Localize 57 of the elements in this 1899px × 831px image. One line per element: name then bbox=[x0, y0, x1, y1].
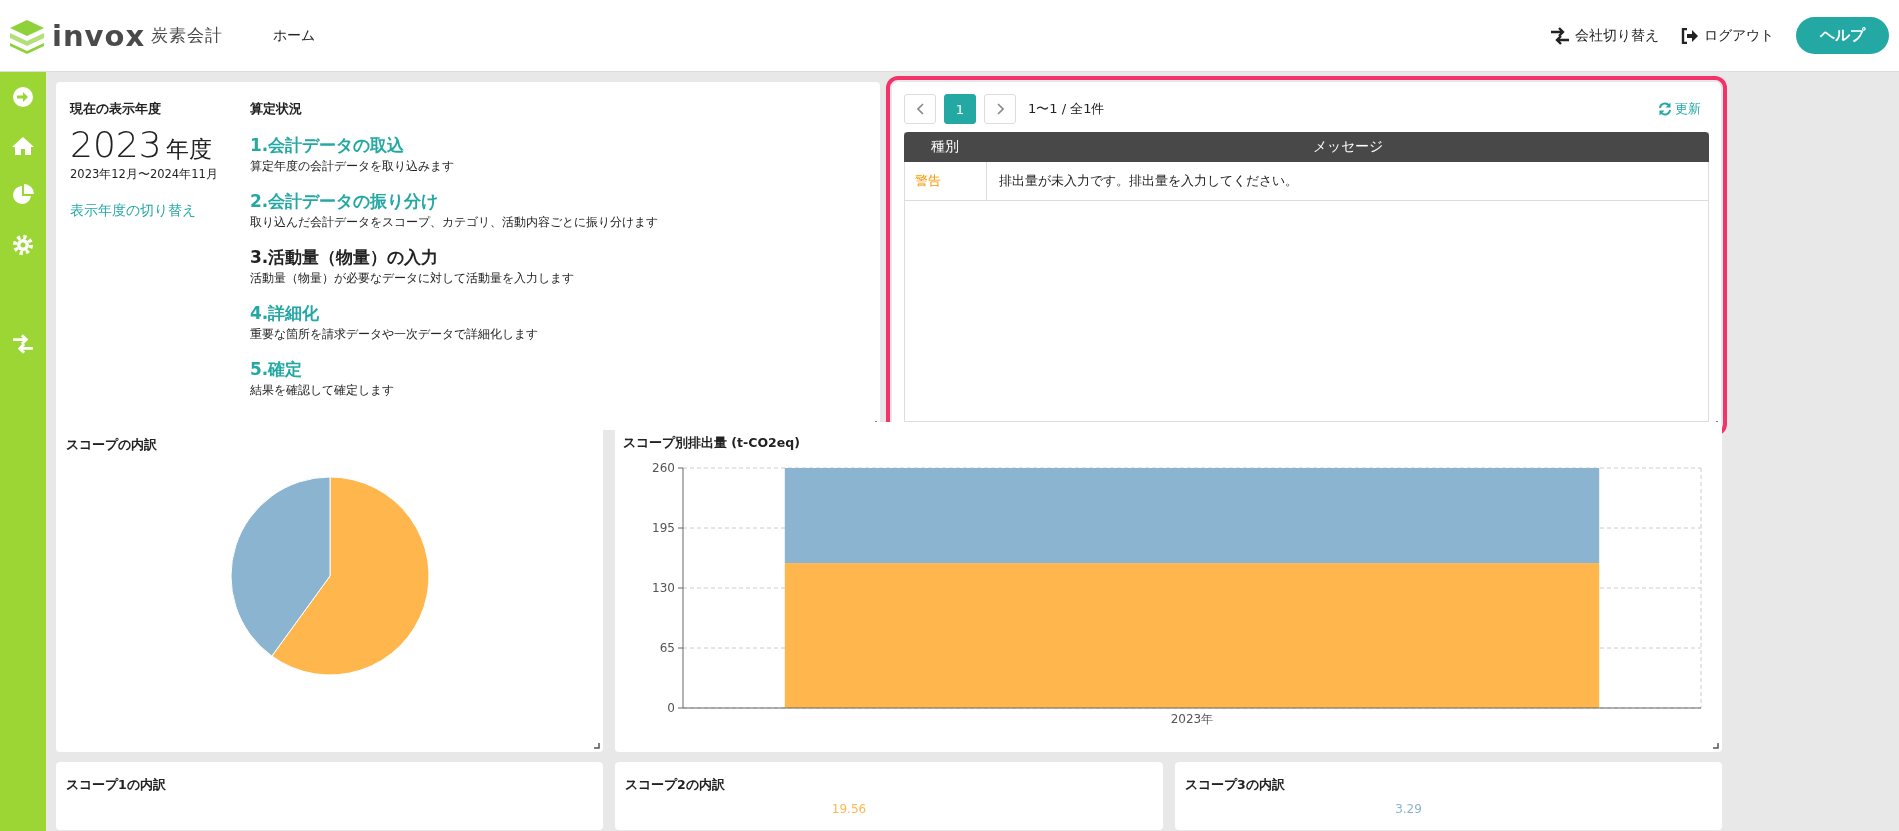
message-text: 排出量が未入力です。排出量を入力してください。 bbox=[998, 172, 1298, 190]
step-description: 算定年度の会計データを取り込みます bbox=[250, 159, 455, 174]
axis-category-label: 2023年 bbox=[1170, 712, 1214, 726]
column-header: 種別 bbox=[930, 138, 960, 156]
settings-icon[interactable] bbox=[12, 234, 34, 256]
arrow-circle-icon[interactable] bbox=[12, 86, 34, 108]
step-description: 重要な箇所を請求データや一次データで詳細化します bbox=[250, 327, 539, 342]
step-description: 活動量（物量）が必要なデータに対して活動量を入力します bbox=[250, 271, 575, 286]
column-header: メッセージ bbox=[1311, 138, 1384, 156]
next-page-button[interactable] bbox=[984, 94, 1016, 124]
switch-arrows-icon bbox=[1550, 26, 1570, 45]
logo-icon bbox=[8, 17, 46, 54]
refresh-link[interactable]: 更新 bbox=[1675, 100, 1701, 118]
resize-handle-icon[interactable] bbox=[1713, 743, 1719, 749]
chart-title: スコープ1の内訳 bbox=[66, 777, 166, 794]
fiscal-year: 2023 bbox=[70, 124, 162, 165]
chart-value-label: 19.56 bbox=[831, 802, 867, 816]
fiscal-year-unit: 年度 bbox=[165, 135, 212, 164]
chart-title: スコープ別排出量 (t-CO2eq) bbox=[623, 435, 800, 452]
step-description: 取り込んだ会計データをスコープ、カテゴリ、活動内容ごとに振り分けます bbox=[250, 215, 658, 230]
refresh-icon bbox=[1658, 102, 1672, 116]
header-link[interactable]: ログアウト bbox=[1704, 26, 1774, 45]
chevron-right-icon bbox=[996, 103, 1004, 115]
message-type: 警告 bbox=[915, 172, 941, 190]
axis-tick-label: 0 bbox=[667, 701, 675, 715]
chevron-left-icon bbox=[916, 103, 924, 115]
fiscal-year-label: 現在の表示年度 bbox=[70, 101, 161, 118]
fiscal-period: 2023年12月〜2024年11月 bbox=[70, 167, 219, 182]
axis-tick-label: 260 bbox=[652, 461, 675, 475]
step-title: 3.活動量（物量）の入力 bbox=[250, 246, 439, 269]
chart-title: スコープ2の内訳 bbox=[625, 777, 725, 794]
step-description: 結果を確認して確定します bbox=[250, 383, 395, 398]
header-link[interactable]: 会社切り替え bbox=[1575, 26, 1659, 45]
help-button[interactable]: ヘルプ bbox=[1796, 17, 1889, 54]
pie-chart-icon[interactable] bbox=[12, 184, 34, 206]
chart-title: スコープ3の内訳 bbox=[1185, 777, 1285, 794]
switch-arrows-icon[interactable] bbox=[12, 334, 34, 354]
step-link[interactable]: 5.確定 bbox=[250, 358, 303, 381]
page-button[interactable]: 1 bbox=[944, 94, 976, 124]
year-switch-link[interactable]: 表示年度の切り替え bbox=[70, 202, 196, 220]
logout-icon bbox=[1681, 27, 1699, 44]
axis-tick-label: 130 bbox=[652, 581, 675, 595]
nav-link[interactable]: ホーム bbox=[273, 26, 316, 45]
step-link[interactable]: 1.会計データの取込 bbox=[250, 134, 405, 157]
chart-value-label: 3.29 bbox=[1395, 802, 1422, 816]
home-icon[interactable] bbox=[11, 136, 35, 156]
logo-subtitle: 炭素会計 bbox=[151, 24, 224, 47]
previous-page-button[interactable] bbox=[904, 94, 936, 124]
page-summary: 1〜1 / 全1件 bbox=[1028, 100, 1105, 118]
section-title: 算定状況 bbox=[250, 101, 302, 118]
chart-title: スコープの内訳 bbox=[66, 437, 157, 454]
step-link[interactable]: 2.会計データの振り分け bbox=[250, 190, 439, 213]
logo-text: invox bbox=[52, 18, 146, 53]
resize-handle-icon[interactable] bbox=[594, 743, 600, 749]
axis-tick-label: 65 bbox=[659, 641, 675, 655]
axis-tick-label: 195 bbox=[652, 521, 675, 535]
step-link[interactable]: 4.詳細化 bbox=[250, 302, 320, 325]
